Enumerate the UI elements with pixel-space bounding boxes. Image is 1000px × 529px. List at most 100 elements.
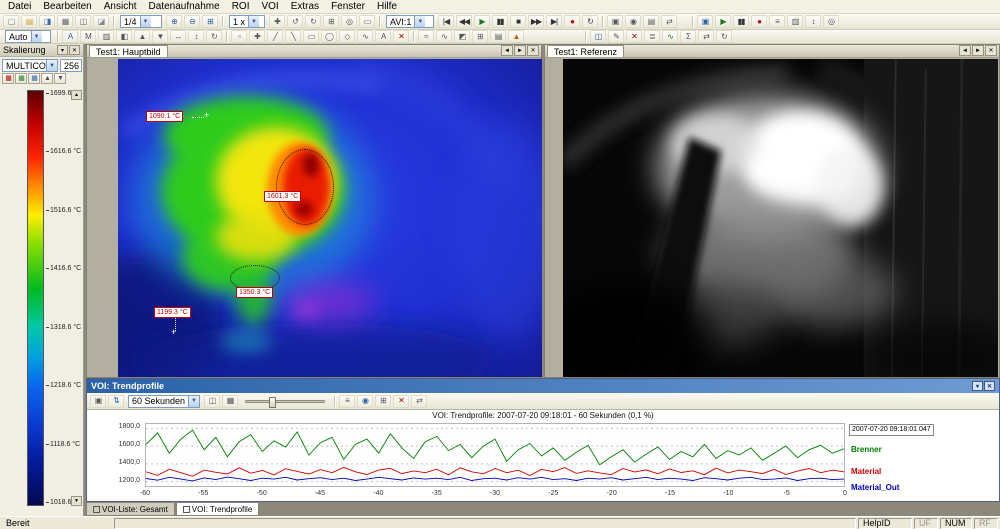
invert-palette-icon[interactable]: ◧ xyxy=(116,30,132,43)
panel-menu-icon[interactable]: ▾ xyxy=(972,381,983,391)
freehand-roi-icon[interactable]: ∿ xyxy=(357,30,373,43)
hauptbild-tab[interactable]: Test1: Hauptbild xyxy=(89,45,168,57)
next-window-icon[interactable]: ► xyxy=(972,45,984,56)
rotate-image-icon[interactable]: ↻ xyxy=(206,30,222,43)
menu-item[interactable]: Hilfe xyxy=(371,0,403,13)
menu-item[interactable]: Ansicht xyxy=(98,0,143,13)
voi-delete-icon[interactable]: ✕ xyxy=(626,30,642,43)
Brenner[interactable]: Brenner xyxy=(851,445,882,454)
referenz-tab[interactable]: Test1: Referenz xyxy=(547,45,624,57)
report-icon[interactable]: ▤ xyxy=(490,30,506,43)
voi-new-icon[interactable]: ◫ xyxy=(590,30,606,43)
polygon-roi-icon[interactable]: ◇ xyxy=(339,30,355,43)
menu-item[interactable]: ROI xyxy=(226,0,256,13)
print-icon[interactable]: ▦ xyxy=(57,15,73,28)
avi-select[interactable]: AVI:1▼ xyxy=(386,15,434,28)
text-roi-icon[interactable]: A xyxy=(375,30,391,43)
goto-start-icon[interactable]: |◀ xyxy=(438,15,454,28)
record-icon[interactable]: ● xyxy=(564,15,580,28)
trend-history-slider[interactable] xyxy=(245,400,325,403)
polyline-roi-icon[interactable]: ╲ xyxy=(285,30,301,43)
Material_Out[interactable]: Material_Out xyxy=(851,483,899,492)
show-values-icon[interactable]: ◉ xyxy=(357,395,373,408)
measure-label-3[interactable]: 1350.3 °C xyxy=(236,287,273,298)
camera-icon[interactable]: ▣ xyxy=(607,15,623,28)
autoscale-y-icon[interactable]: ⇅ xyxy=(108,395,124,408)
measure-label-1[interactable]: 1090.1 °C xyxy=(146,111,183,122)
alarm-icon[interactable]: ▲ xyxy=(508,30,524,43)
palette-color-bar[interactable] xyxy=(27,90,44,506)
open-icon[interactable]: ▤ xyxy=(21,15,37,28)
menu-item[interactable]: Fenster xyxy=(325,0,371,13)
menu-item[interactable]: Datei xyxy=(2,0,37,13)
measure-label-4[interactable]: 1199.3 °C xyxy=(154,307,191,318)
palette-depth-select[interactable]: 256 xyxy=(60,59,82,72)
grid-icon[interactable]: ⊞ xyxy=(323,15,339,28)
voi-panel-caption[interactable]: VOI: Trendprofile ▾ ✕ xyxy=(87,379,999,393)
menu-item[interactable]: Datenaufnahme xyxy=(143,0,226,13)
cursor-mode-icon[interactable]: ≡ xyxy=(339,395,355,408)
preview-icon[interactable]: ◫ xyxy=(75,15,91,28)
refresh-icon[interactable]: ↻ xyxy=(716,30,732,43)
Material[interactable]: Material xyxy=(851,467,881,476)
prev-window-icon[interactable]: ◄ xyxy=(959,45,971,56)
palette-red-icon[interactable]: ▦ xyxy=(2,73,14,84)
export-trend-icon[interactable]: ⇄ xyxy=(411,395,427,408)
copy-chart-icon[interactable]: ◫ xyxy=(204,395,220,408)
pause-icon[interactable]: ▮▮ xyxy=(492,15,508,28)
stop-icon[interactable]: ■ xyxy=(510,15,526,28)
settings-icon[interactable]: ≡ xyxy=(769,15,785,28)
chevron-down-icon[interactable]: ▼ xyxy=(31,31,42,42)
chevron-down-icon[interactable]: ▼ xyxy=(414,16,425,27)
level-down-icon[interactable]: ▼ xyxy=(54,73,66,84)
menu-item[interactable]: VOI xyxy=(255,0,284,13)
isotherm-icon[interactable]: ≈ xyxy=(418,30,434,43)
chevron-down-icon[interactable]: ▼ xyxy=(188,396,199,407)
print-chart-icon[interactable]: ▦ xyxy=(222,395,238,408)
select-icon[interactable]: ▫ xyxy=(231,30,247,43)
export-data-icon[interactable]: ⇄ xyxy=(698,30,714,43)
manual-scale-icon[interactable]: M xyxy=(80,30,96,43)
table-icon[interactable]: ⊞ xyxy=(472,30,488,43)
line-roi-icon[interactable]: ╱ xyxy=(267,30,283,43)
auto-scale-icon[interactable]: A xyxy=(62,30,78,43)
bottom-tab[interactable]: VOI-Liste: Gesamt xyxy=(86,503,175,516)
panel-close-icon[interactable]: ✕ xyxy=(69,45,80,55)
record-avi-icon[interactable]: ● xyxy=(751,15,767,28)
flip-h-icon[interactable]: ↔ xyxy=(170,30,186,43)
trend-icon[interactable]: ∿ xyxy=(662,30,678,43)
clear-trend-icon[interactable]: ✕ xyxy=(393,395,409,408)
snapshot-icon[interactable]: ◉ xyxy=(625,15,641,28)
3d-view-icon[interactable]: ◩ xyxy=(454,30,470,43)
chevron-down-icon[interactable]: ▼ xyxy=(46,60,57,71)
chevron-down-icon[interactable]: ▼ xyxy=(248,16,259,27)
voi-edit-icon[interactable]: ✎ xyxy=(608,30,624,43)
zoom-out-icon[interactable]: ⊖ xyxy=(184,15,200,28)
palette-green-icon[interactable]: ▦ xyxy=(15,73,27,84)
device-icon[interactable]: ▣ xyxy=(697,15,713,28)
export-icon[interactable]: ⇄ xyxy=(661,15,677,28)
delete-roi-icon[interactable]: ✕ xyxy=(393,30,409,43)
panel-close-icon[interactable]: ✕ xyxy=(984,381,995,391)
slider-thumb[interactable] xyxy=(269,397,276,408)
range-down-icon[interactable]: ▼ xyxy=(152,30,168,43)
trend-plot-area[interactable] xyxy=(145,423,845,487)
zoom-fit-icon[interactable]: ⊞ xyxy=(202,15,218,28)
level-up-icon[interactable]: ▲ xyxy=(41,73,53,84)
freeze-icon[interactable]: ▮▮ xyxy=(733,15,749,28)
copy-icon[interactable]: ◪ xyxy=(93,15,109,28)
ellipse-roi-icon[interactable]: ◯ xyxy=(321,30,337,43)
bottom-tab[interactable]: VOI: Trendprofile xyxy=(176,503,259,516)
palette-select[interactable]: MULTICOLOR▼ xyxy=(2,59,58,72)
close-window-icon[interactable]: ✕ xyxy=(527,45,539,56)
prev-window-icon[interactable]: ◄ xyxy=(501,45,513,56)
rewind-icon[interactable]: ◀◀ xyxy=(456,15,472,28)
pan-icon[interactable]: ✚ xyxy=(269,15,285,28)
calibrate-icon[interactable]: ◎ xyxy=(823,15,839,28)
menu-item[interactable]: Extras xyxy=(285,0,325,13)
scale-min-down-icon[interactable]: ▼ xyxy=(71,496,82,506)
thermal-image[interactable] xyxy=(118,59,542,377)
auto-scale-select[interactable]: Auto▼ xyxy=(5,30,51,43)
measure-label-2[interactable]: 1601.3 °C xyxy=(264,191,301,202)
range-up-icon[interactable]: ▲ xyxy=(134,30,150,43)
